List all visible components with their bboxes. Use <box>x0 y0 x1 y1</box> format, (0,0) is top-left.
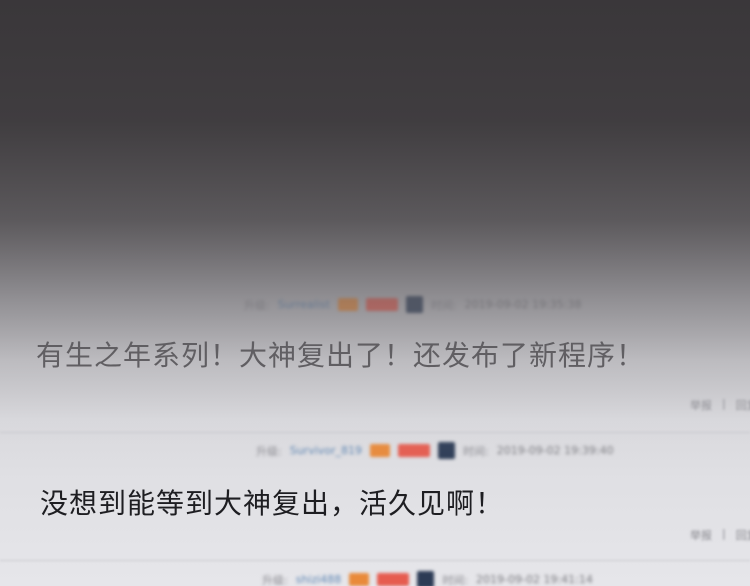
post-actions: 举报 | 回复 <box>690 527 750 543</box>
username-link[interactable]: shizi488 <box>296 573 342 586</box>
post-meta: 升级: Survivor_819 时间: 2019-09-02 19:39:40 <box>256 442 614 459</box>
post-content: 有生之年系列！大神复出了！还发布了新程序！ <box>36 339 646 372</box>
post-actions: 举报 | 回复 <box>690 397 750 413</box>
rank-badge <box>365 298 398 311</box>
rank-badge <box>377 573 410 586</box>
time-label: 时间: <box>430 298 457 312</box>
post-timestamp: 2019-09-02 19:35:38 <box>464 298 582 311</box>
report-link[interactable]: 举报 <box>690 527 712 543</box>
meta-label: 升级: <box>262 573 288 586</box>
avatar[interactable] <box>405 296 423 313</box>
avatar[interactable] <box>417 571 435 586</box>
post-meta: 升级: Surrealist 时间: 2019-09-02 19:35:38 <box>244 296 582 313</box>
post-content: 没想到能等到大神复出，活久见啊！ <box>40 487 505 520</box>
username-link[interactable]: Surrealist <box>278 298 330 311</box>
post-meta: 升级: shizi488 时间: 2019-09-02 19:41:14 <box>262 571 593 586</box>
level-badge <box>370 444 391 457</box>
action-separator: | <box>722 397 726 410</box>
time-label: 时间: <box>463 444 489 458</box>
level-badge <box>349 573 370 586</box>
screenshot-stage: 升级: Surrealist 时间: 2019-09-02 19:35:38 有… <box>0 0 750 586</box>
reply-link[interactable]: 回复 <box>736 527 750 543</box>
post-timestamp: 2019-09-02 19:41:14 <box>476 573 593 586</box>
forum-thread: 升级: Surrealist 时间: 2019-09-02 19:35:38 有… <box>0 0 750 586</box>
post-timestamp: 2019-09-02 19:39:40 <box>496 444 614 457</box>
meta-label: 升级: <box>256 444 282 458</box>
action-separator: | <box>722 527 726 540</box>
time-label: 时间: <box>442 573 469 586</box>
report-link[interactable]: 举报 <box>690 397 712 413</box>
post-divider <box>0 432 750 433</box>
rank-badge <box>398 444 431 457</box>
username-link[interactable]: Survivor_819 <box>290 444 362 457</box>
meta-label: 升级: <box>244 298 270 312</box>
level-badge <box>337 298 358 311</box>
post-divider <box>0 560 750 561</box>
avatar[interactable] <box>438 442 456 459</box>
reply-link[interactable]: 回复 <box>736 397 750 413</box>
